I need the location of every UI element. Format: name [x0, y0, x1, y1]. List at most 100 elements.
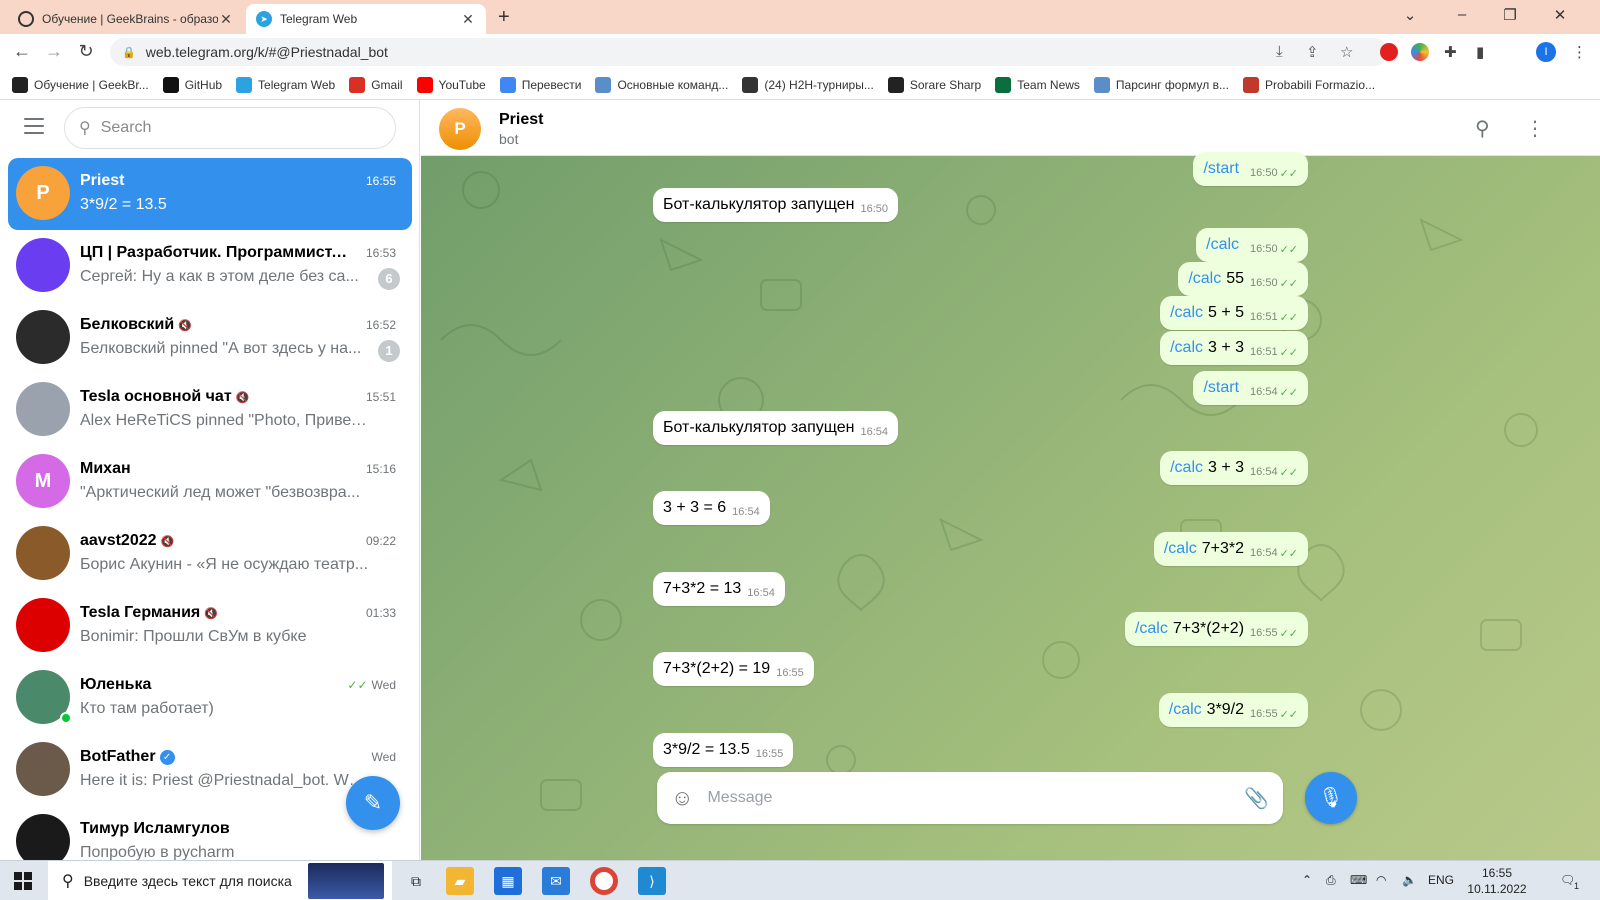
address-bar-row: ← → ↻ 🔒 web.telegram.org/k/#@Priestnadal… [0, 34, 1600, 70]
chat-item[interactable]: Tesla основной чат 🔇 15:51 Alex HeReTiCS pi… [8, 374, 412, 446]
puzzle-icon[interactable]: ✚ [1444, 43, 1457, 61]
install-icon[interactable]: ⤓ [1276, 43, 1283, 60]
command-link[interactable]: /calc [1170, 339, 1203, 357]
bookmark-item[interactable]: GitHub [162, 76, 222, 93]
outgoing-message[interactable]: /calc 3*9/2 16:55 ✓✓ [1158, 693, 1308, 727]
file-explorer-icon[interactable]: ▰ [446, 867, 474, 895]
more-icon[interactable]: ⋮ [1525, 116, 1545, 141]
chat-item[interactable]: P Priest 16:55 3*9/2 = 13.5 [8, 158, 412, 230]
bookmark-item[interactable]: YouTube [416, 76, 486, 93]
bookmark-item[interactable]: Sorare Sharp [887, 76, 981, 93]
notification-icon[interactable]: 🗨 [1560, 873, 1575, 887]
voice-record-button[interactable]: 🎙 [1305, 772, 1357, 824]
bookmark-item[interactable]: Team News [995, 76, 1080, 93]
command-link[interactable]: /calc [1188, 270, 1221, 288]
wifi-icon[interactable]: ◠ [1376, 873, 1386, 887]
bookmark-item[interactable]: (24) H2H-турниры... [742, 76, 874, 93]
bookmark-item[interactable]: Telegram Web [236, 76, 335, 93]
chat-item[interactable]: M Михан 15:16 "Арктический лед может "безво… [8, 446, 412, 518]
chat-item[interactable]: aavst2022 🔇 09:22 Борис Акунин - «Я не осуж… [8, 518, 412, 590]
outgoing-message[interactable]: /calc 16:50 ✓✓ [1196, 228, 1308, 262]
chrome-icon[interactable] [590, 867, 618, 895]
url-bar[interactable]: 🔒 web.telegram.org/k/#@Priestnadal_bot [110, 38, 1388, 66]
windows-start-icon[interactable] [14, 872, 32, 890]
microsoft-store-icon[interactable]: ▦ [494, 867, 522, 895]
taskbar-clock[interactable]: 16:55 10.11.2022 [1462, 865, 1532, 897]
extension-icon[interactable] [1411, 43, 1429, 61]
incoming-message[interactable]: 7+3*(2+2) = 19 16:55 [653, 652, 814, 686]
outgoing-message[interactable]: /start 16:54 ✓✓ [1193, 371, 1308, 405]
opera-extension-icon[interactable] [1380, 43, 1398, 61]
bookmark-item[interactable]: Парсинг формул в... [1093, 76, 1229, 93]
restore-button[interactable]: ❐ [1500, 6, 1520, 24]
search-icon[interactable]: ⚲ [1475, 116, 1490, 141]
message-input[interactable] [707, 789, 1245, 807]
back-button[interactable]: ← [10, 41, 34, 62]
outgoing-message[interactable]: /calc 55 16:50 ✓✓ [1178, 262, 1308, 296]
command-link[interactable]: /calc [1135, 620, 1168, 638]
forward-button[interactable]: → [42, 41, 66, 62]
menu-dots-icon[interactable]: ⋮ [1572, 43, 1587, 61]
tray-input-icon[interactable]: ⌨ [1350, 873, 1367, 887]
outgoing-message[interactable]: /calc 7+3*2 16:54 ✓✓ [1153, 532, 1308, 566]
sidepanel-icon[interactable]: ▮ [1476, 43, 1484, 61]
attach-icon[interactable]: 📎 [1244, 786, 1269, 811]
bookmark-icon [742, 76, 759, 93]
command-link[interactable]: /calc [1206, 236, 1239, 254]
reload-button[interactable]: ↻ [74, 41, 98, 62]
volume-icon[interactable]: 🔈 [1402, 873, 1417, 887]
close-window-button[interactable]: ✕ [1550, 6, 1570, 24]
chat-header[interactable]: P Priest bot ⚲ ⋮ [421, 100, 1600, 156]
outgoing-message[interactable]: /start 16:50 ✓✓ [1193, 152, 1308, 186]
command-link[interactable]: /calc [1170, 304, 1203, 322]
tab-telegram[interactable]: ➤ Telegram Web ✕ [246, 4, 486, 34]
close-tab-icon[interactable]: ✕ [460, 11, 476, 28]
chat-item[interactable]: Юленька ✓✓ Wed Кто там работает) [8, 662, 412, 734]
clock-date: 10.11.2022 [1467, 882, 1527, 896]
outgoing-message[interactable]: /calc 7+3*(2+2) 16:55 ✓✓ [1124, 612, 1308, 646]
command-link[interactable]: /calc [1164, 540, 1197, 558]
chat-avatar[interactable]: P [439, 108, 481, 150]
bookmark-item[interactable]: Основные команд... [595, 76, 728, 93]
incoming-message[interactable]: 3 + 3 = 6 16:54 [653, 491, 770, 525]
command-link[interactable]: /start [1203, 160, 1239, 178]
chat-item[interactable]: ЦП | Разработчик. Программист...🔇 16:53 Се… [8, 230, 412, 302]
incoming-message[interactable]: 3*9/2 = 13.5 16:55 [653, 733, 794, 767]
new-message-button[interactable]: ✎ [346, 776, 400, 830]
outgoing-message[interactable]: /calc 5 + 5 16:51 ✓✓ [1160, 296, 1308, 330]
chat-name-text: Тимур Исламгулов [80, 820, 230, 837]
new-tab-button[interactable]: + [498, 6, 510, 29]
command-link[interactable]: /start [1203, 379, 1239, 397]
search-input[interactable] [100, 119, 361, 137]
bookmark-item[interactable]: Probabili Formazio... [1242, 76, 1375, 93]
vscode-icon[interactable]: ⟩ [638, 867, 666, 895]
outgoing-message[interactable]: /calc 3 + 3 16:54 ✓✓ [1160, 451, 1308, 485]
bookmark-star-icon[interactable]: ☆ [1340, 43, 1353, 61]
tray-overflow-icon[interactable]: ⌃ [1302, 873, 1312, 887]
share-icon[interactable]: ⇪ [1306, 43, 1319, 61]
bookmark-item[interactable]: Обучение | GeekBr... [12, 76, 149, 93]
chat-item[interactable]: Белковский 🔇 16:52 Белковский pinned "А вот… [8, 302, 412, 374]
menu-icon[interactable] [24, 118, 44, 134]
tab-geekbrains[interactable]: Обучение | GeekBrains - образо ✕ [8, 4, 244, 34]
tab-search-icon[interactable]: ⌄ [1400, 6, 1420, 24]
incoming-message[interactable]: 7+3*2 = 13 16:54 [653, 572, 785, 606]
command-link[interactable]: /calc [1169, 701, 1202, 719]
command-link[interactable]: /calc [1170, 459, 1203, 477]
outgoing-message[interactable]: /calc 3 + 3 16:51 ✓✓ [1160, 331, 1308, 365]
task-view-icon[interactable]: ⧉ [402, 867, 430, 895]
minimize-button[interactable]: – [1452, 6, 1472, 23]
chat-item[interactable]: Tesla Германия 🔇 01:33 Bonimir: Прошли СвУм… [8, 590, 412, 662]
taskbar-search[interactable]: ⚲ Введите здесь текст для поиска [48, 861, 392, 900]
bookmark-item[interactable]: Gmail [349, 76, 403, 93]
bookmark-item[interactable]: Перевести [499, 76, 581, 93]
incoming-message[interactable]: Бот-калькулятор запущен 16:50 [653, 188, 898, 222]
language-indicator[interactable]: ENG [1428, 873, 1454, 887]
emoji-icon[interactable]: ☺ [671, 785, 693, 811]
profile-avatar[interactable]: I [1536, 42, 1556, 62]
incoming-message[interactable]: Бот-калькулятор запущен 16:54 [653, 411, 898, 445]
search-box[interactable]: ⚲ [64, 107, 396, 149]
close-tab-icon[interactable]: ✕ [218, 11, 234, 28]
mail-icon[interactable]: ✉ [542, 867, 570, 895]
tray-device-icon[interactable]: ⎙ [1326, 873, 1336, 888]
